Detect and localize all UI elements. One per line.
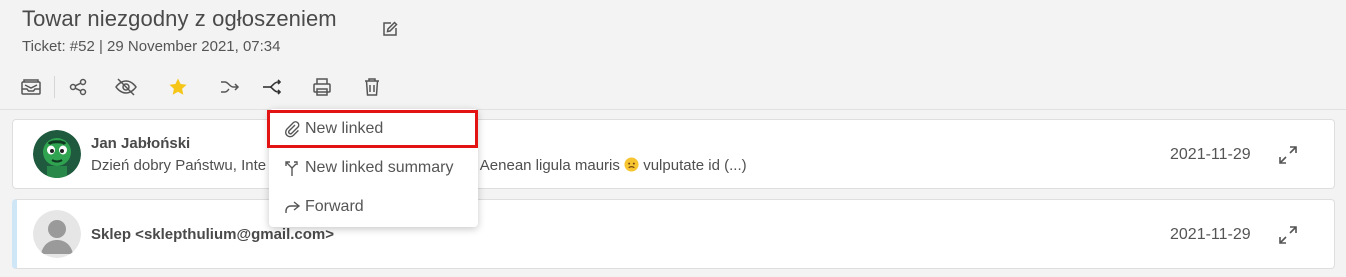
toolbar-divider xyxy=(0,109,1346,110)
print-icon[interactable] xyxy=(309,74,335,100)
sender-name: Sklep <sklepthulium@gmail.com> xyxy=(91,226,335,243)
ticket-title: Towar niezgodny z ogłoszeniem xyxy=(22,6,337,31)
split-dropdown-menu: New linked New linked summary Forward xyxy=(269,109,478,227)
message-date: 2021-11-29 xyxy=(1170,226,1251,243)
message-date: 2021-11-29 xyxy=(1170,146,1251,163)
menu-item-new-linked-summary[interactable]: New linked summary xyxy=(269,150,478,186)
expand-icon[interactable] xyxy=(1277,224,1299,246)
avatar xyxy=(33,130,81,178)
split-icon[interactable] xyxy=(259,74,285,100)
snippet-end: vulputate id (...) xyxy=(643,157,747,174)
star-icon[interactable] xyxy=(165,74,191,100)
ticket-subtitle: Ticket: #52 | 29 November 2021, 07:34 xyxy=(22,38,281,55)
inbox-icon[interactable] xyxy=(18,74,44,100)
snippet-start: Dzień dobry Państwu, Inte xyxy=(91,157,267,174)
menu-item-forward[interactable]: Forward xyxy=(269,189,478,225)
forward-arrow-icon xyxy=(283,198,301,216)
ticket-header: Towar niezgodny z ogłoszeniem Ticket: #5… xyxy=(22,6,337,55)
ticket-toolbar xyxy=(18,72,385,102)
trash-icon[interactable] xyxy=(359,74,385,100)
toolbar-separator xyxy=(54,76,55,98)
edit-title-icon[interactable] xyxy=(381,20,399,38)
sender-name: Jan Jabłoński xyxy=(91,135,191,152)
share-icon[interactable] xyxy=(65,74,91,100)
expand-icon[interactable] xyxy=(1277,144,1299,166)
menu-item-label: Forward xyxy=(305,198,364,215)
menu-item-label: New linked xyxy=(305,120,384,137)
merge-icon[interactable] xyxy=(217,74,243,100)
menu-item-label: New linked summary xyxy=(305,159,454,176)
worried-face-emoji-icon xyxy=(624,157,639,172)
eye-off-icon[interactable] xyxy=(113,74,139,100)
menu-item-new-linked[interactable]: New linked xyxy=(269,111,478,147)
split-arrow-icon xyxy=(283,159,301,177)
message-card[interactable]: Sklep <sklepthulium@gmail.com> 2021-11-2… xyxy=(12,199,1335,269)
avatar xyxy=(33,210,81,258)
paperclip-icon xyxy=(283,120,301,138)
message-card[interactable]: Jan Jabłoński Dzień dobry Państwu, Inte b… xyxy=(12,119,1335,189)
